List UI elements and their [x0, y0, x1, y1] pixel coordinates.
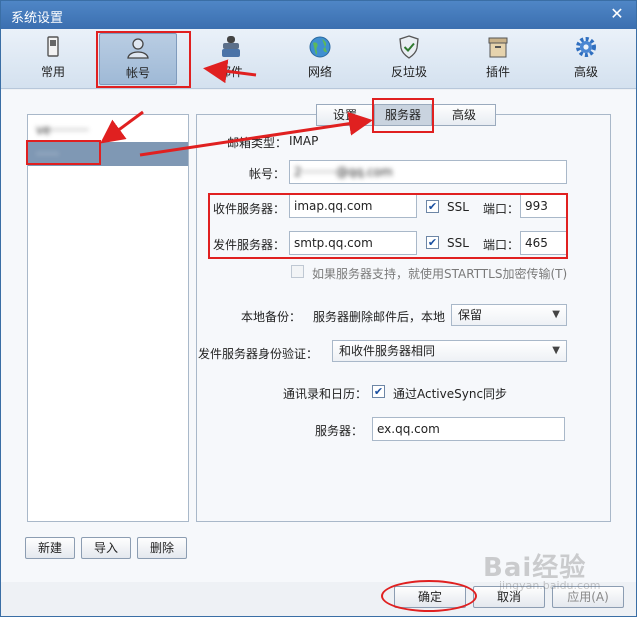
local-backup-description: 服务器删除邮件后，本地 — [313, 310, 446, 324]
phone-icon — [47, 36, 59, 57]
local-backup-value: 保留 — [458, 308, 483, 322]
account-name: ve·········· — [36, 123, 89, 137]
chevron-down-icon: ▼ — [552, 309, 560, 320]
account-name: ······ — [36, 147, 59, 161]
chevron-down-icon: ▼ — [552, 345, 560, 356]
outgoing-port-input[interactable]: 465 — [520, 231, 567, 255]
incoming-server-input[interactable]: imap.qq.com — [289, 194, 417, 218]
tab-settings[interactable]: 设置 — [316, 104, 374, 126]
toolbar-item-mail[interactable]: 邮件 — [192, 33, 270, 85]
incoming-port-label: 端口： — [483, 202, 520, 216]
account-field[interactable]: 2·········@qq.com — [289, 160, 567, 184]
ok-button[interactable]: 确定 — [394, 586, 466, 608]
toolbar-item-label: 反垃圾 — [390, 65, 427, 79]
toolbar-item-label: 常用 — [40, 65, 65, 79]
incoming-ssl-label: SSL — [447, 200, 469, 214]
outgoing-server-label: 发件服务器： — [213, 238, 286, 252]
outgoing-port-label: 端口： — [483, 238, 520, 252]
starttls-label: 如果服务器支持，就使用STARTTLS加密传输(T) — [312, 267, 568, 281]
local-backup-label: 本地备份： — [241, 310, 302, 324]
toolbar-item-plugins[interactable]: 插件 — [459, 33, 537, 85]
activesync-label: 通过ActiveSync同步 — [393, 387, 508, 401]
delete-account-button[interactable]: 删除 — [137, 537, 187, 559]
smtp-auth-select[interactable]: 和收件服务器相同 ▼ — [332, 340, 567, 362]
toolbar-item-network[interactable]: 网络 — [281, 33, 359, 85]
box-icon — [488, 37, 508, 58]
outgoing-server-input[interactable]: smtp.qq.com — [289, 231, 417, 255]
window-title: 系统设置 — [11, 11, 64, 26]
toolbar-item-label: 高级 — [573, 65, 598, 79]
incoming-port-input[interactable]: 993 — [520, 194, 567, 218]
tab-advanced[interactable]: 高级 — [432, 104, 496, 126]
activesync-server-input[interactable]: ex.qq.com — [372, 417, 565, 441]
account-list-item[interactable]: ve·········· — [28, 118, 188, 142]
mailbox-type-label: 邮箱类型： — [227, 136, 288, 150]
close-icon[interactable]: ✕ — [608, 5, 626, 23]
toolbar-item-accounts[interactable]: 帐号 — [99, 33, 177, 85]
new-account-button[interactable]: 新建 — [25, 537, 75, 559]
account-value: 2·········@qq.com — [294, 165, 393, 179]
toolbar-item-advanced[interactable]: 高级 — [547, 33, 625, 85]
shield-check-icon — [399, 35, 419, 59]
globe-icon — [309, 36, 331, 58]
settings-window: 系统设置 ✕ 常用 帐号 邮件 网络 反垃圾 插件 高级 ve·········… — [0, 0, 637, 617]
user-icon — [127, 38, 149, 59]
account-list-item-selected[interactable]: ······ — [28, 142, 188, 166]
toolbar-item-label: 邮件 — [218, 65, 243, 79]
activesync-checkbox[interactable]: ✔ — [372, 385, 385, 398]
contacts-calendar-label: 通讯录和日历： — [283, 387, 368, 401]
toolbar-item-label: 插件 — [485, 65, 510, 79]
mail-stamp-icon — [222, 36, 240, 57]
watermark-url: jingyan.baidu.com — [499, 579, 601, 592]
import-account-button[interactable]: 导入 — [81, 537, 131, 559]
activesync-server-label: 服务器： — [315, 424, 364, 438]
outgoing-ssl-label: SSL — [447, 236, 469, 250]
toolbar-item-general[interactable]: 常用 — [14, 33, 92, 85]
outgoing-ssl-checkbox[interactable]: ✔ — [426, 236, 439, 249]
smtp-auth-label: 发件服务器身份验证： — [198, 347, 319, 361]
local-backup-select[interactable]: 保留 ▼ — [451, 304, 567, 326]
toolbar-item-label: 网络 — [307, 65, 332, 79]
starttls-checkbox[interactable] — [291, 265, 304, 278]
incoming-ssl-checkbox[interactable]: ✔ — [426, 200, 439, 213]
incoming-server-label: 收件服务器： — [213, 202, 286, 216]
toolbar-item-antispam[interactable]: 反垃圾 — [370, 33, 448, 85]
account-list: ve·········· ······ — [27, 114, 189, 522]
smtp-auth-value: 和收件服务器相同 — [339, 344, 436, 358]
settings-toolbar: 常用 帐号 邮件 网络 反垃圾 插件 高级 — [1, 29, 636, 89]
settings-content: ve·········· ······ 新建 导入 删除 设置 服务器 高级 邮… — [1, 90, 636, 582]
toolbar-item-label: 帐号 — [125, 66, 150, 80]
gear-icon — [576, 37, 596, 57]
tab-server[interactable]: 服务器 — [374, 104, 432, 126]
mailbox-type-value: IMAP — [289, 134, 319, 148]
account-label: 帐号： — [249, 167, 286, 181]
title-bar: 系统设置 ✕ — [1, 1, 636, 29]
